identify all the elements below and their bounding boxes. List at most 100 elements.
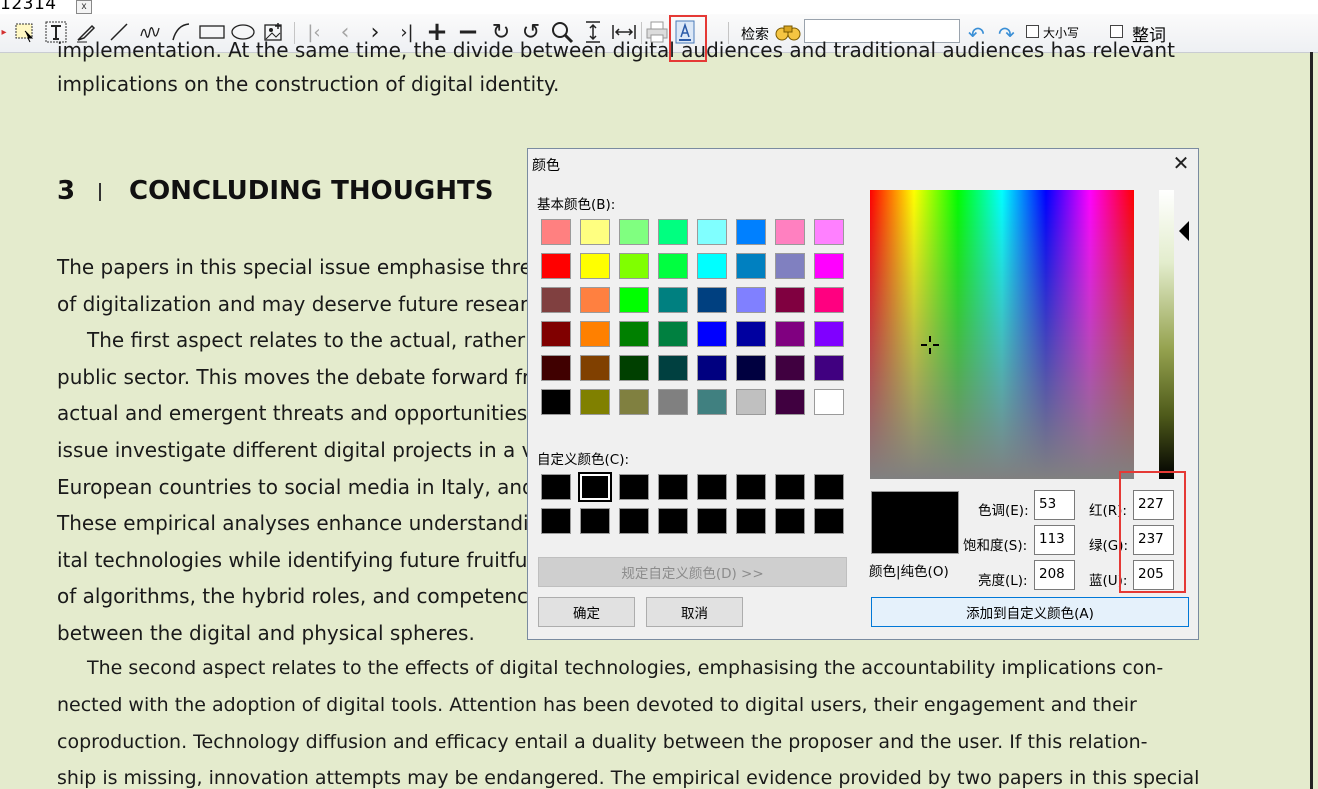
case-sensitive-checkbox[interactable] (1026, 25, 1039, 38)
basic-color-swatch[interactable] (658, 219, 688, 245)
color-dialog: 颜色 ✕ 基本颜色(B): 自定义颜色(C): 规定自定义颜色(D) >> 确定… (527, 148, 1199, 640)
select-area-icon[interactable] (11, 19, 37, 45)
custom-color-swatch[interactable] (814, 508, 844, 534)
basic-color-swatch[interactable] (580, 389, 610, 415)
basic-color-swatch[interactable] (658, 253, 688, 279)
custom-color-swatch[interactable] (658, 474, 688, 500)
cancel-button[interactable]: 取消 (646, 597, 743, 627)
red-arrow-icon[interactable]: ▸ (0, 19, 8, 45)
basic-color-swatch[interactable] (580, 219, 610, 245)
basic-color-swatch[interactable] (580, 355, 610, 381)
section-title: CONCLUDING THOUGHTS (129, 176, 494, 206)
basic-color-swatch[interactable] (580, 253, 610, 279)
custom-color-swatch[interactable] (580, 508, 610, 534)
basic-color-swatch[interactable] (580, 287, 610, 313)
luminance-field[interactable]: 208 (1034, 560, 1075, 590)
custom-color-swatch[interactable] (541, 474, 571, 500)
custom-color-swatch[interactable] (541, 508, 571, 534)
basic-color-swatch[interactable] (775, 287, 805, 313)
basic-color-swatch[interactable] (736, 355, 766, 381)
basic-color-swatch[interactable] (658, 355, 688, 381)
basic-color-swatch[interactable] (697, 321, 727, 347)
basic-color-swatch[interactable] (580, 321, 610, 347)
luminance-slider[interactable] (1159, 190, 1174, 479)
basic-color-swatch[interactable] (697, 389, 727, 415)
text-line: actual and emergent threats and opportun… (57, 401, 553, 425)
section-heading: 3 CONCLUDING THOUGHTS (57, 176, 493, 206)
basic-color-swatch[interactable] (814, 253, 844, 279)
basic-color-swatch[interactable] (658, 287, 688, 313)
color-solid-label: 颜色|纯色(O) (869, 564, 949, 580)
basic-color-swatch[interactable] (619, 321, 649, 347)
basic-color-swatch[interactable] (541, 287, 571, 313)
basic-color-swatch[interactable] (541, 389, 571, 415)
basic-color-swatch[interactable] (814, 389, 844, 415)
basic-color-swatch[interactable] (541, 355, 571, 381)
basic-color-swatch[interactable] (697, 253, 727, 279)
crosshair-icon[interactable] (920, 335, 940, 355)
custom-color-swatch[interactable] (736, 508, 766, 534)
basic-color-swatch[interactable] (814, 219, 844, 245)
basic-color-swatch[interactable] (619, 355, 649, 381)
basic-color-swatch[interactable] (736, 321, 766, 347)
tab-close-icon[interactable]: x (76, 0, 92, 14)
add-to-custom-colors-button[interactable]: 添加到自定义颜色(A) (871, 597, 1189, 627)
basic-color-swatch[interactable] (775, 355, 805, 381)
basic-color-swatch[interactable] (775, 321, 805, 347)
text-line: European countries to social media in It… (57, 475, 549, 499)
custom-color-swatch[interactable] (775, 474, 805, 500)
saturation-field[interactable]: 113 (1034, 525, 1075, 555)
luminance-arrow-icon[interactable] (1179, 221, 1189, 241)
text-line: implementation. At the same time, the di… (57, 38, 1175, 62)
close-icon[interactable]: ✕ (1168, 151, 1194, 175)
custom-color-swatch[interactable] (736, 474, 766, 500)
heading-divider (99, 182, 101, 201)
basic-color-swatch[interactable] (814, 287, 844, 313)
basic-color-swatch[interactable] (541, 321, 571, 347)
basic-color-swatch[interactable] (658, 321, 688, 347)
text-line: implications on the construction of digi… (57, 72, 560, 96)
custom-color-swatch[interactable] (814, 474, 844, 500)
basic-color-swatch[interactable] (697, 287, 727, 313)
custom-color-swatch[interactable] (578, 472, 612, 502)
basic-color-swatch[interactable] (736, 287, 766, 313)
basic-color-swatch[interactable] (619, 287, 649, 313)
hue-field[interactable]: 53 (1034, 490, 1075, 520)
basic-color-swatch[interactable] (736, 389, 766, 415)
basic-color-swatch[interactable] (658, 389, 688, 415)
basic-color-swatch[interactable] (736, 219, 766, 245)
text-line: between the digital and physical spheres… (57, 621, 475, 645)
basic-color-swatch[interactable] (697, 355, 727, 381)
basic-color-swatch[interactable] (814, 321, 844, 347)
custom-color-swatch[interactable] (775, 508, 805, 534)
basic-color-swatch[interactable] (775, 219, 805, 245)
page-edge (1310, 52, 1313, 789)
text-line: issue investigate different digital proj… (57, 438, 554, 462)
custom-color-swatch[interactable] (619, 508, 649, 534)
basic-color-swatch[interactable] (541, 253, 571, 279)
color-preview (871, 491, 959, 554)
custom-color-swatch[interactable] (619, 474, 649, 500)
basic-color-swatch[interactable] (619, 253, 649, 279)
custom-color-swatch[interactable] (658, 508, 688, 534)
whole-word-checkbox[interactable] (1110, 25, 1123, 38)
document-tab-label[interactable]: 12314 (0, 0, 57, 14)
define-custom-colors-button[interactable]: 规定自定义颜色(D) >> (538, 557, 847, 587)
text-line: The papers in this special issue emphasi… (57, 255, 571, 279)
custom-color-swatch[interactable] (697, 508, 727, 534)
basic-color-swatch[interactable] (697, 219, 727, 245)
text-line: ital technologies while identifying futu… (57, 548, 533, 572)
basic-color-swatch[interactable] (619, 219, 649, 245)
basic-color-swatch[interactable] (541, 219, 571, 245)
dialog-title: 颜色 (532, 158, 560, 174)
basic-color-swatch[interactable] (775, 253, 805, 279)
basic-color-swatch[interactable] (619, 389, 649, 415)
basic-color-swatch[interactable] (775, 389, 805, 415)
color-spectrum[interactable] (870, 190, 1134, 479)
custom-color-swatch[interactable] (697, 474, 727, 500)
highlight-box (1119, 471, 1186, 593)
document-tab-strip: 12314 x (0, 0, 1318, 14)
basic-color-swatch[interactable] (814, 355, 844, 381)
ok-button[interactable]: 确定 (538, 597, 635, 627)
basic-color-swatch[interactable] (736, 253, 766, 279)
